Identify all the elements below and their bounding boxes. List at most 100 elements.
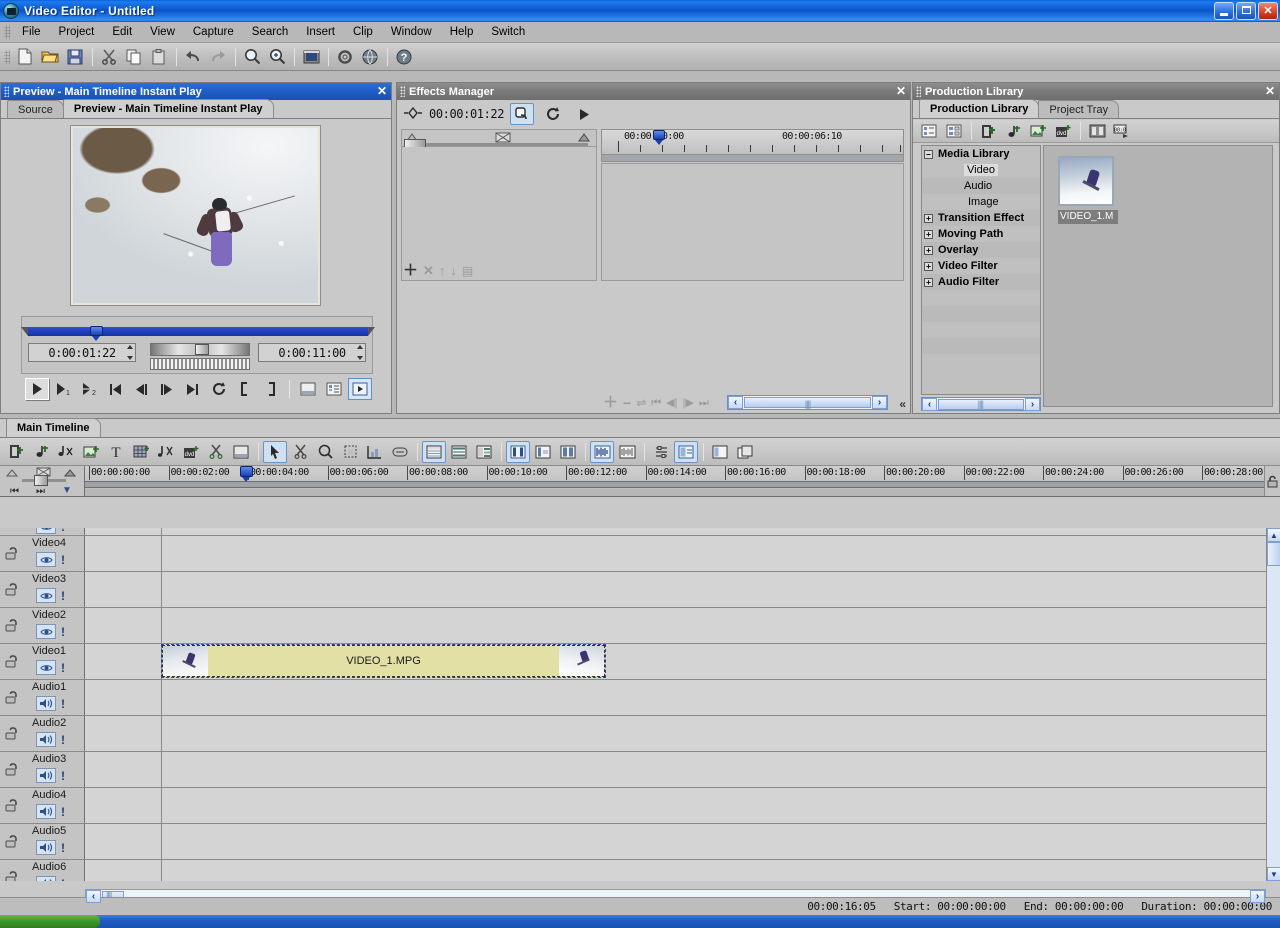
tab-project-tray[interactable]: Project Tray bbox=[1038, 100, 1120, 118]
next-keyframe-button[interactable]: |▶ bbox=[683, 397, 694, 409]
previous-keyframe-button[interactable]: ◀| bbox=[666, 397, 677, 409]
undo-icon[interactable] bbox=[181, 46, 205, 68]
preview-playhead[interactable] bbox=[90, 326, 103, 341]
show-title-track[interactable] bbox=[556, 441, 580, 463]
track-header-video3[interactable]: Video3! bbox=[0, 572, 85, 607]
prodlib-scroll-right-button[interactable]: › bbox=[1025, 397, 1040, 411]
move-effect-up-button[interactable]: ↑ bbox=[439, 264, 446, 277]
play-button[interactable] bbox=[25, 378, 49, 400]
track-header[interactable]: ! bbox=[0, 528, 85, 535]
save-project-icon[interactable] bbox=[63, 46, 87, 68]
effects-timeline-ruler[interactable]: 00:00:00:00 00:00:06:10 bbox=[601, 129, 904, 155]
menu-edit[interactable]: Edit bbox=[103, 24, 141, 40]
effects-playhead[interactable] bbox=[653, 130, 665, 146]
effects-fade-track[interactable] bbox=[404, 143, 588, 146]
effects-list[interactable] bbox=[401, 147, 597, 281]
track-body[interactable] bbox=[162, 528, 1280, 535]
insert-timecode-icon[interactable]: 00:0 bbox=[1110, 120, 1134, 142]
tree-expander-icon[interactable]: + bbox=[924, 277, 933, 287]
timeline-view[interactable] bbox=[447, 441, 471, 463]
shuttle-slider[interactable] bbox=[150, 358, 250, 370]
cut-tool[interactable] bbox=[288, 441, 312, 463]
redo-icon[interactable] bbox=[206, 46, 230, 68]
insert-cut-icon[interactable] bbox=[204, 441, 228, 463]
track-body[interactable]: VIDEO_1.MPG bbox=[161, 644, 1280, 679]
next-frame-button[interactable] bbox=[155, 378, 179, 400]
track-header-video1[interactable]: Video1! bbox=[0, 644, 85, 679]
paste-icon[interactable] bbox=[147, 46, 171, 68]
eye-icon[interactable] bbox=[36, 552, 56, 567]
track-alert-icon[interactable]: ! bbox=[61, 770, 65, 782]
preview-total-time-field[interactable]: 0:00:11:00 bbox=[258, 343, 366, 362]
tree-expander-icon[interactable]: + bbox=[924, 213, 933, 223]
split-view[interactable] bbox=[708, 441, 732, 463]
eye-icon[interactable] bbox=[36, 624, 56, 639]
speaker-icon[interactable] bbox=[36, 696, 56, 711]
effects-scroll-left-button[interactable]: ‹ bbox=[728, 396, 743, 409]
maximize-button[interactable] bbox=[1236, 2, 1256, 20]
effect-properties-button[interactable]: ▤ bbox=[462, 265, 473, 277]
lock-icon[interactable] bbox=[4, 654, 26, 670]
track-manager[interactable] bbox=[649, 441, 673, 463]
mixed-view[interactable] bbox=[472, 441, 496, 463]
effects-keyframe-band[interactable] bbox=[601, 155, 904, 162]
timeline-dropdown-button[interactable]: ▼ bbox=[62, 485, 72, 496]
crop-tool[interactable] bbox=[338, 441, 362, 463]
track-alert-icon[interactable]: ! bbox=[61, 590, 65, 602]
remove-keyframe-button[interactable]: − bbox=[623, 396, 631, 410]
track-alert-icon[interactable]: ! bbox=[61, 528, 65, 533]
reset-effect-button[interactable] bbox=[541, 103, 565, 125]
eye-icon[interactable] bbox=[36, 660, 56, 675]
track-alert-icon[interactable]: ! bbox=[61, 698, 65, 710]
timeline-scroll-right-button[interactable]: › bbox=[1250, 889, 1265, 903]
timeline-vscroll-thumb[interactable] bbox=[1267, 542, 1280, 566]
globe-icon[interactable] bbox=[358, 46, 382, 68]
zoom-in-icon[interactable] bbox=[265, 46, 289, 68]
timeline-playhead[interactable] bbox=[240, 466, 253, 482]
insert-color-icon[interactable] bbox=[129, 441, 153, 463]
mark-in-button[interactable] bbox=[233, 378, 257, 400]
speaker-icon[interactable] bbox=[36, 876, 56, 881]
track-row[interactable]: Audio6! bbox=[0, 860, 1280, 881]
menu-help[interactable]: Help bbox=[441, 24, 483, 40]
go-to-start-button[interactable] bbox=[103, 378, 127, 400]
track-row[interactable]: ! bbox=[0, 528, 1280, 536]
jog-slider[interactable] bbox=[150, 343, 250, 356]
preview-effect-button[interactable] bbox=[572, 103, 596, 125]
add-keyframe-button[interactable]: ＋ bbox=[603, 395, 618, 410]
prodlib-panel-caption[interactable]: Production Library ✕ bbox=[913, 83, 1279, 100]
eye-icon[interactable] bbox=[36, 528, 56, 534]
insert-audio-icon[interactable] bbox=[1001, 120, 1025, 142]
track-alert-icon[interactable]: ! bbox=[61, 662, 65, 674]
effects-scroll-thumb[interactable]: |||| bbox=[744, 397, 871, 409]
show-overlay-track[interactable] bbox=[531, 441, 555, 463]
tree-expander-icon[interactable]: − bbox=[924, 149, 933, 159]
lock-icon[interactable] bbox=[4, 618, 26, 634]
track-alert-icon[interactable]: ! bbox=[61, 842, 65, 854]
insert-transition-icon[interactable] bbox=[154, 441, 178, 463]
tab-main-timeline[interactable]: Main Timeline bbox=[6, 418, 101, 437]
track-row[interactable]: Audio1! bbox=[0, 680, 1280, 716]
window-titlebar[interactable]: Video Editor - Untitled ✕ bbox=[0, 0, 1280, 22]
go-to-end-button[interactable] bbox=[181, 378, 205, 400]
show-audio-waveform[interactable] bbox=[590, 440, 614, 463]
play-clip-button[interactable]: 1 bbox=[51, 378, 75, 400]
timeline-scroll-left-button[interactable]: ‹ bbox=[86, 889, 101, 903]
last-keyframe-button[interactable]: ⏭ bbox=[699, 397, 709, 409]
media-library-tree[interactable]: − Media Library Video Audio Image + Tran… bbox=[921, 145, 1041, 395]
preview-close-icon[interactable]: ✕ bbox=[377, 84, 387, 98]
track-body[interactable] bbox=[162, 716, 1280, 751]
menu-view[interactable]: View bbox=[141, 24, 184, 40]
track-body[interactable] bbox=[162, 536, 1280, 571]
instant-play-button[interactable] bbox=[348, 378, 372, 400]
first-keyframe-button[interactable]: ⏮ bbox=[651, 397, 661, 409]
render-icon[interactable] bbox=[299, 46, 323, 68]
preview-video-frame[interactable] bbox=[71, 126, 320, 305]
lock-icon[interactable] bbox=[4, 798, 26, 814]
cut-icon[interactable] bbox=[97, 46, 121, 68]
preview-current-time-field[interactable]: 0:00:01:22 bbox=[28, 343, 136, 362]
track-row[interactable]: Video3! bbox=[0, 572, 1280, 608]
insert-voice-icon[interactable] bbox=[54, 441, 78, 463]
timeline-next-button[interactable]: ⏭ bbox=[36, 486, 45, 497]
track-body[interactable] bbox=[162, 752, 1280, 787]
